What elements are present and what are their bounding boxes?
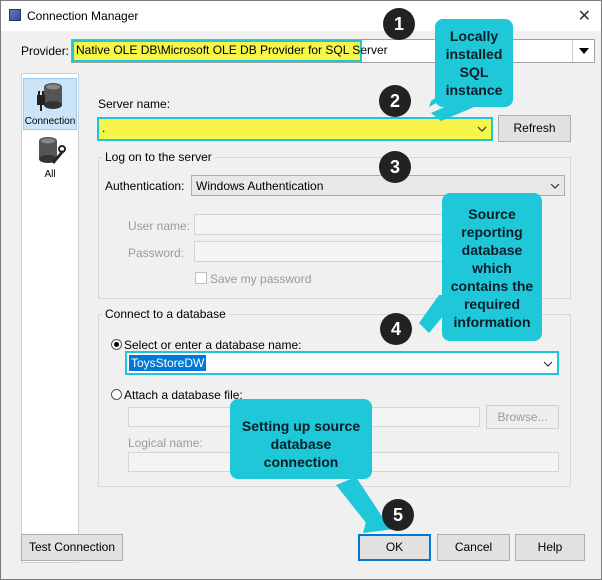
callout-source-database: Source reporting database which contains… — [442, 193, 542, 341]
step-number-4: 4 — [380, 313, 412, 345]
connection-manager-window: Connection Manager ✕ Provider: Native OL… — [0, 0, 602, 580]
provider-value: Native OLE DB\Microsoft OLE DB Provider … — [76, 43, 388, 57]
step-number-3: 3 — [379, 151, 411, 183]
callout-setting-up: Setting up source database connection — [230, 399, 372, 479]
step-number-1: 1 — [383, 8, 415, 40]
step-number-2: 2 — [379, 85, 411, 117]
step-number-5: 5 — [382, 499, 414, 531]
callout-local-instance: Locally installed SQL instance — [435, 19, 513, 107]
